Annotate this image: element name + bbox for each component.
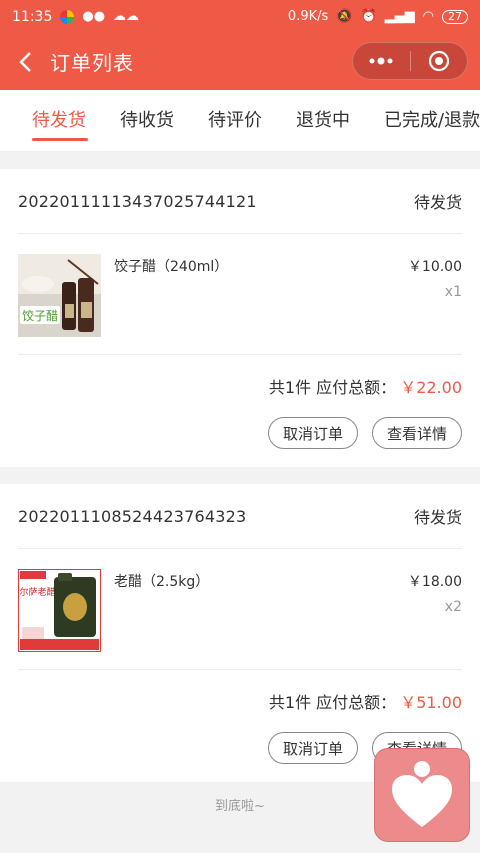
close-miniprogram-button[interactable]	[411, 43, 468, 79]
tab-completed-refund[interactable]: 已完成/退款	[384, 106, 480, 132]
tab-pending-shipment[interactable]: 待发货	[32, 106, 86, 132]
order-summary: 共1件 应付总额： ￥51.00	[0, 670, 480, 732]
back-button[interactable]	[0, 33, 50, 90]
order-card: 20220111113437025744121 待发货 饺子醋 饺子醋（240m…	[0, 169, 480, 467]
mute-icon: 🔕	[336, 9, 353, 24]
cloud-icon: ☁☁	[113, 9, 140, 24]
product-price: ￥10.00	[407, 259, 462, 275]
app-notification-icon	[60, 9, 75, 24]
view-details-button[interactable]: 查看详情	[371, 417, 462, 449]
heart-person-icon	[392, 761, 452, 827]
thumbnail-label: 强尔萨老醋	[18, 586, 56, 598]
target-close-icon	[428, 50, 449, 72]
product-row[interactable]: 饺子醋 饺子醋（240ml） ￥10.00 x1	[0, 234, 480, 354]
signal-icon: ▂▄▆	[384, 9, 415, 24]
order-number: 2022011108524423764323	[18, 506, 247, 526]
more-button[interactable]	[353, 43, 410, 79]
floating-favorite-button[interactable]	[374, 748, 470, 842]
status-bar: 11:35 ●● ☁☁ 0.9K/s 🔕 ⏰ ▂▄▆ ◠ 27	[0, 0, 480, 33]
product-name: 饺子醋（240ml）	[114, 259, 229, 275]
order-status-tabs: 待发货 待收货 待评价 退货中 已完成/退款	[0, 90, 480, 152]
order-number: 20220111113437025744121	[18, 191, 257, 211]
item-count-label: 共1件 应付总额：	[268, 693, 397, 712]
more-dots-icon	[369, 57, 393, 65]
order-total: ￥22.00	[400, 378, 462, 397]
active-tab-indicator	[32, 138, 88, 141]
product-quantity: x2	[444, 599, 462, 615]
product-name: 老醋（2.5kg）	[114, 574, 210, 590]
battery-indicator: 27	[442, 9, 468, 24]
chevron-left-icon	[19, 51, 31, 72]
tab-returning[interactable]: 退货中	[296, 106, 350, 132]
nav-bar: 订单列表	[0, 33, 480, 90]
order-summary: 共1件 应付总额： ￥22.00	[0, 355, 480, 417]
miniprogram-capsule	[352, 42, 468, 80]
order-status: 待发货	[413, 508, 462, 527]
product-thumbnail: 饺子醋	[18, 254, 101, 337]
product-quantity: x1	[444, 284, 462, 300]
wifi-icon: ◠	[422, 9, 434, 24]
item-count-label: 共1件 应付总额：	[268, 378, 397, 397]
product-thumbnail: 强尔萨老醋	[18, 569, 101, 652]
tab-pending-receipt[interactable]: 待收货	[120, 106, 174, 132]
order-card: 2022011108524423764323 待发货 强尔萨老醋 老醋（2.5k…	[0, 484, 480, 782]
thumbnail-label: 饺子醋	[22, 308, 58, 323]
order-total: ￥51.00	[400, 693, 462, 712]
status-time: 11:35	[12, 8, 53, 25]
product-price: ￥18.00	[407, 574, 462, 590]
order-actions: 取消订单 查看详情	[0, 417, 480, 467]
wechat-notification-icon: ●●	[82, 9, 106, 24]
alarm-icon: ⏰	[360, 9, 377, 24]
order-status: 待发货	[413, 193, 462, 212]
network-speed: 0.9K/s	[287, 9, 329, 24]
page-title: 订单列表	[50, 51, 134, 75]
cancel-order-button[interactable]: 取消订单	[267, 732, 358, 764]
product-row[interactable]: 强尔萨老醋 老醋（2.5kg） ￥18.00 x2	[0, 549, 480, 669]
tab-pending-review[interactable]: 待评价	[208, 106, 262, 132]
cancel-order-button[interactable]: 取消订单	[267, 417, 358, 449]
